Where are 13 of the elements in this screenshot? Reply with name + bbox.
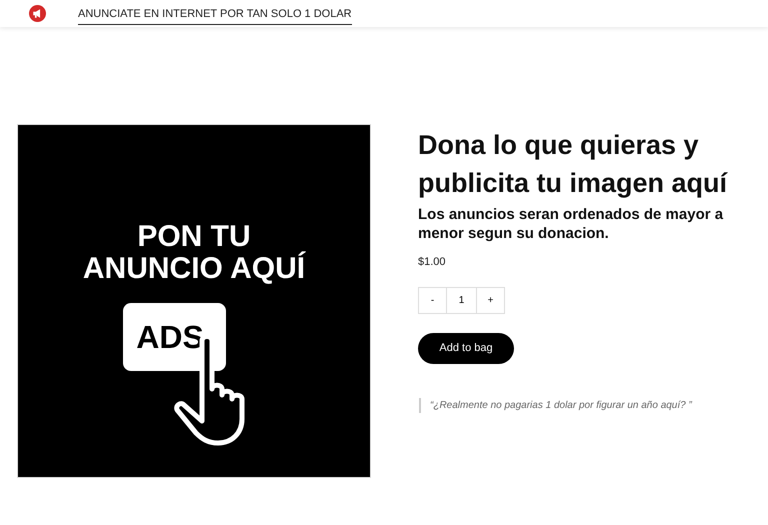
product-subtitle: Los anuncios seran ordenados de mayor a menor segun su donacion. (418, 205, 724, 243)
quote-text: “¿Realmente no pagarias 1 dolar por figurar un año aquí? ” (419, 398, 738, 412)
headline-text: ANUNCIO AQUÍ (82, 253, 306, 285)
headline-text: PON TU (137, 221, 251, 253)
product-title: Dona lo que quieras y publicita tu imagen aquí (418, 129, 729, 200)
ads-card: ADS (122, 303, 226, 371)
add-to-bag-button[interactable]: Add to bag (418, 332, 514, 364)
increment-button[interactable]: + (476, 286, 505, 314)
nav-link[interactable]: ANUNCIATE EN INTERNET POR TAN SOLO 1 DOLAR (78, 6, 352, 26)
quantity-field[interactable]: 1 (447, 286, 476, 314)
price-text: $1.00 (418, 255, 447, 270)
megaphone-logo-icon[interactable] (29, 5, 46, 22)
decrement-button[interactable]: - (418, 286, 447, 314)
